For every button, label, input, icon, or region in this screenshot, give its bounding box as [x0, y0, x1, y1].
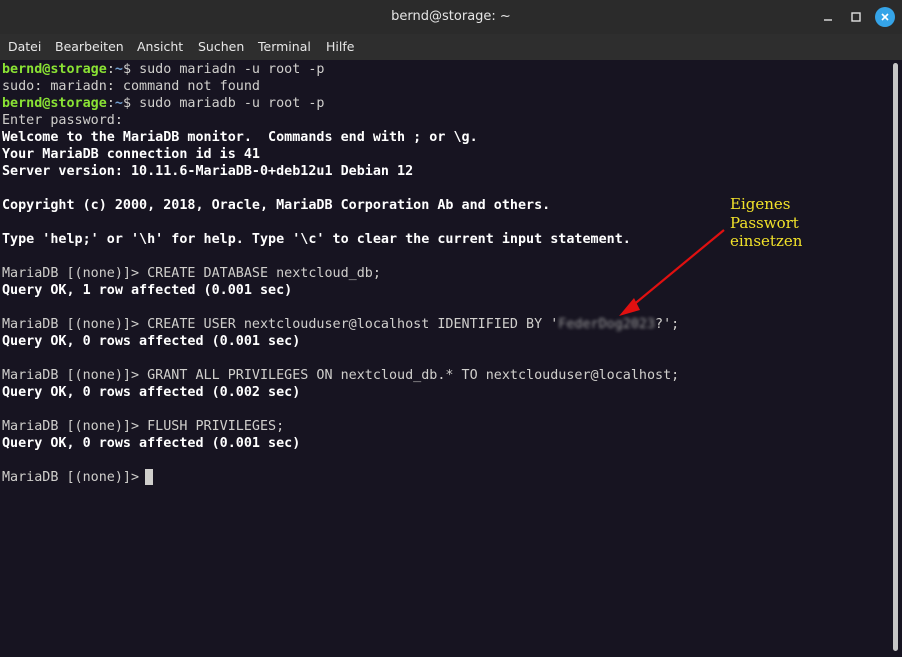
prompt-separator: : [106, 62, 115, 77]
annotation-note: Eigenes Passwort einsetzen [730, 195, 802, 251]
minimize-icon [824, 19, 832, 21]
sql-command: FLUSH PRIVILEGES; [147, 419, 285, 434]
scrollbar[interactable] [890, 60, 902, 657]
terminal-line: Query OK, 1 row affected (0.001 sec) [2, 283, 293, 298]
prompt-path: ~ [114, 62, 123, 77]
prompt-user: bernd@storage [2, 62, 107, 77]
terminal-output[interactable]: bernd@storage:~$ sudo mariadn -u root -p… [0, 60, 890, 657]
terminal-line: Query OK, 0 rows affected (0.002 sec) [2, 385, 301, 400]
prompt-user: bernd@storage [2, 96, 107, 111]
maximize-button[interactable] [846, 7, 866, 27]
menu-ansicht[interactable]: Ansicht [137, 39, 183, 54]
menu-datei[interactable]: Datei [8, 39, 41, 54]
scrollbar-thumb[interactable] [893, 63, 898, 651]
text-cursor [145, 469, 153, 485]
minimize-button[interactable] [818, 7, 838, 27]
mariadb-prompt: MariaDB [(none)]> [2, 266, 148, 281]
terminal-line: Query OK, 0 rows affected (0.001 sec) [2, 436, 301, 451]
terminal-line: sudo: mariadn: command not found [2, 79, 260, 94]
menu-hilfe[interactable]: Hilfe [326, 39, 354, 54]
terminal-line: Query OK, 0 rows affected (0.001 sec) [2, 334, 301, 349]
sql-command-end: ?'; [655, 317, 680, 332]
terminal-line: MariaDB [(none)]> GRANT ALL PRIVILEGES O… [2, 367, 679, 384]
window-title: bernd@storage: ~ [391, 9, 511, 24]
terminal-line: Enter password: [2, 113, 123, 128]
terminal-line: MariaDB [(none)]> CREATE USER nextcloudu… [2, 316, 679, 333]
mariadb-prompt: MariaDB [(none)]> [2, 368, 148, 383]
annotation-line: Eigenes [730, 195, 791, 213]
title-bar[interactable]: bernd@storage: ~ [0, 0, 902, 34]
terminal-line: MariaDB [(none)]> [2, 469, 147, 486]
sql-command: CREATE DATABASE nextcloud_db; [147, 266, 381, 281]
prompt-dollar: $ [122, 96, 140, 111]
maximize-icon [851, 12, 861, 22]
terminal-line: Server version: 10.11.6-MariaDB-0+deb12u… [2, 164, 414, 179]
prompt-separator: : [106, 96, 115, 111]
close-button[interactable] [875, 7, 895, 27]
terminal-line: Your MariaDB connection id is 41 [2, 147, 260, 162]
close-icon [881, 13, 889, 21]
mariadb-prompt: MariaDB [(none)]> [2, 419, 148, 434]
command-text: sudo mariadb -u root -p [139, 96, 325, 111]
terminal-line: bernd@storage:~$ sudo mariadb -u root -p [2, 95, 325, 112]
menu-terminal[interactable]: Terminal [258, 39, 311, 54]
annotation-line: Passwort [730, 213, 799, 232]
terminal-line: bernd@storage:~$ sudo mariadn -u root -p [2, 61, 325, 78]
annotation-line: einsetzen [730, 232, 803, 250]
terminal-window: bernd@storage: ~ Datei Bearbeiten Ansich… [0, 0, 902, 657]
terminal-line: Copyright (c) 2000, 2018, Oracle, MariaD… [2, 198, 551, 213]
menu-suchen[interactable]: Suchen [198, 39, 244, 54]
mariadb-prompt: MariaDB [(none)]> [2, 317, 148, 332]
sql-command: CREATE USER nextclouduser@localhost IDEN… [147, 317, 559, 332]
menu-bar: Datei Bearbeiten Ansicht Suchen Terminal… [0, 34, 902, 60]
terminal-line: MariaDB [(none)]> CREATE DATABASE nextcl… [2, 265, 381, 282]
menu-bearbeiten[interactable]: Bearbeiten [55, 39, 124, 54]
blurred-password: FederDog2023 [558, 317, 656, 332]
terminal-line: MariaDB [(none)]> FLUSH PRIVILEGES; [2, 418, 284, 435]
prompt-dollar: $ [122, 62, 140, 77]
command-text: sudo mariadn -u root -p [139, 62, 325, 77]
mariadb-prompt: MariaDB [(none)]> [2, 470, 148, 485]
terminal-line: Type 'help;' or '\h' for help. Type '\c'… [2, 232, 631, 247]
sql-command: GRANT ALL PRIVILEGES ON nextcloud_db.* T… [147, 368, 680, 383]
prompt-path: ~ [114, 96, 123, 111]
terminal-line: Welcome to the MariaDB monitor. Commands… [2, 130, 478, 145]
